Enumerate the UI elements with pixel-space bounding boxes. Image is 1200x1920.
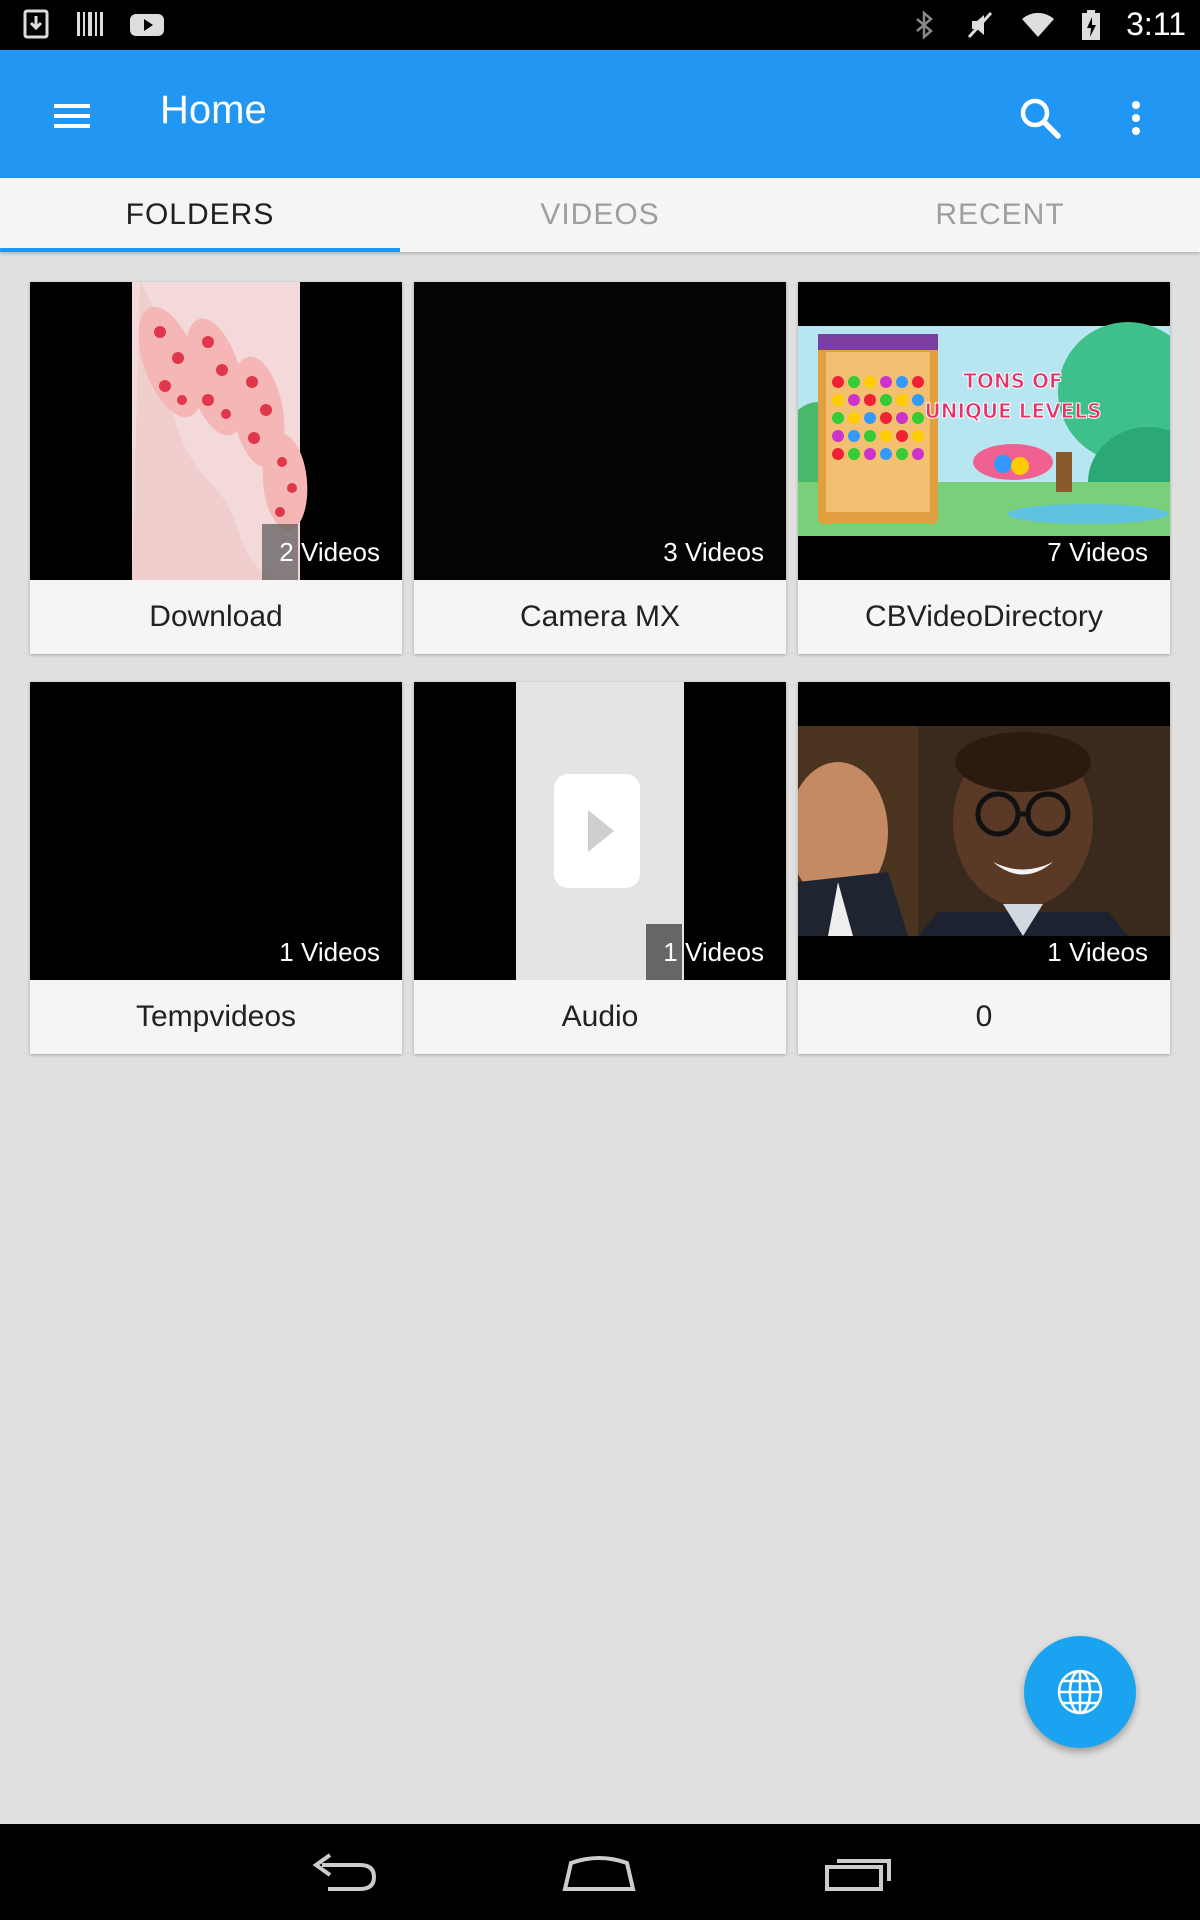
page-title: Home (160, 88, 267, 132)
barcode-icon (77, 12, 103, 36)
menu-button[interactable] (40, 84, 104, 148)
tab-recent[interactable]: RECENT (800, 178, 1200, 252)
search-icon (1020, 98, 1061, 139)
folder-card-0[interactable]: 1 Videos 0 (798, 682, 1170, 1054)
back-button[interactable] (288, 1838, 398, 1908)
folder-thumbnail: 1 Videos (30, 682, 402, 980)
video-count: 7 Videos (1047, 537, 1148, 567)
home-icon (562, 1856, 636, 1891)
browser-fab-button[interactable] (1024, 1636, 1136, 1748)
hamburger-menu-icon (54, 104, 90, 128)
more-options-button[interactable] (1104, 86, 1168, 150)
nails-thumbnail-image (132, 282, 308, 580)
folder-name: Tempvideos (135, 1000, 297, 1033)
more-vert-icon (1132, 101, 1140, 135)
wifi-icon (1022, 12, 1055, 37)
folder-thumbnail: 1 Videos (414, 682, 786, 980)
game-thumbnail-image: TONS OF UNIQUE LEVELS (798, 322, 1170, 580)
status-time: 3:11 (1126, 6, 1186, 42)
search-button[interactable] (1008, 86, 1072, 150)
folder-card-cbvideodirectory[interactable]: TONS OF UNIQUE LEVELS 7 Videos CBVideoDi… (798, 282, 1170, 654)
play-placeholder-image (516, 682, 684, 980)
tab-bar: FOLDERS VIDEOS RECENT (0, 178, 1200, 252)
folder-card-audio[interactable]: 1 Videos Audio (414, 682, 786, 1054)
folder-name: Camera MX (519, 600, 681, 633)
globe-icon (1057, 1669, 1103, 1715)
bluetooth-icon (916, 9, 934, 40)
video-count: 1 Videos (1047, 937, 1148, 967)
tab-folders[interactable]: FOLDERS (0, 178, 400, 252)
folder-name: Audio (561, 1000, 639, 1033)
status-bar: 3:11 (0, 0, 1200, 50)
folder-name: CBVideoDirectory (865, 600, 1103, 633)
tab-indicator (0, 248, 400, 252)
back-icon (312, 1853, 377, 1891)
home-button[interactable] (544, 1838, 654, 1908)
recents-icon (825, 1859, 891, 1891)
game-thumbnail-text-1: TONS OF (963, 369, 1062, 393)
muted-icon (967, 11, 993, 38)
folder-name: Download (149, 600, 283, 633)
people-thumbnail-image (798, 726, 1170, 980)
folder-thumbnail: TONS OF UNIQUE LEVELS 7 Videos (798, 282, 1170, 580)
tab-videos[interactable]: VIDEOS (400, 178, 800, 252)
folder-name: 0 (975, 1000, 993, 1033)
video-count: 1 Videos (663, 937, 764, 967)
download-icon (23, 9, 49, 39)
youtube-icon (130, 14, 164, 36)
game-thumbnail-text-2: UNIQUE LEVELS (925, 399, 1102, 423)
video-count: 1 Videos (279, 937, 380, 967)
video-count: 2 Videos (279, 537, 380, 567)
folder-card-download[interactable]: 2 Videos Download (30, 282, 402, 654)
app-bar: Home (0, 50, 1200, 178)
battery-charging-icon (1082, 9, 1101, 40)
video-count: 3 Videos (663, 537, 764, 567)
recents-button[interactable] (804, 1838, 914, 1908)
folder-card-camera-mx[interactable]: 3 Videos Camera MX (414, 282, 786, 654)
folder-thumbnail: 2 Videos (30, 282, 402, 580)
folder-thumbnail: 1 Videos (798, 682, 1170, 980)
folder-thumbnail: 3 Videos (414, 282, 786, 580)
folder-card-tempvideos[interactable]: 1 Videos Tempvideos (30, 682, 402, 1054)
navigation-bar (0, 1824, 1200, 1920)
